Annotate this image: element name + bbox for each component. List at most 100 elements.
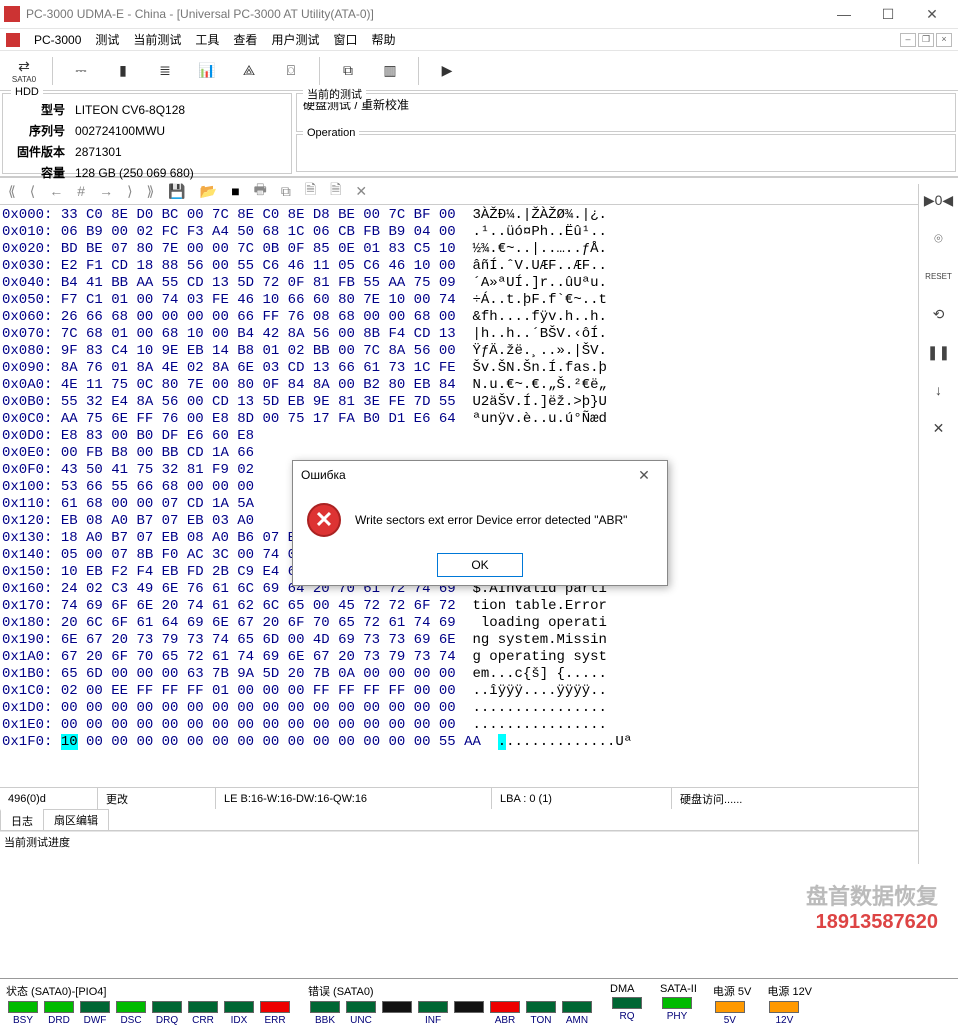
watermark: 盘首数据恢复 18913587620 xyxy=(806,879,938,934)
led-BSY: BSY xyxy=(6,1001,40,1026)
hdd-capacity: 128 GB (250 069 680) xyxy=(71,163,198,182)
error-group: 错误 (SATA0)BBKUNCINFABRTONAMN xyxy=(308,983,594,1026)
led-blank xyxy=(452,1001,486,1026)
toolbar-btn-5[interactable]: ⟁ xyxy=(231,54,267,88)
nav-next-icon[interactable]: ⟩ xyxy=(127,183,132,200)
sidebar-power-icon[interactable]: ▶0◀ xyxy=(926,188,952,212)
right-sidebar: ▶0◀ ⌾ RESET ⟲ ❚❚ ↓ ✕ xyxy=(918,184,958,864)
sidebar-down-icon[interactable]: ↓ xyxy=(926,378,952,402)
nav-first-icon[interactable]: ⟪ xyxy=(8,183,16,200)
current-test-panel: 当前的测试 硬盘测试 / 重新校准 xyxy=(296,93,956,132)
nav-left-icon[interactable]: ← xyxy=(49,183,63,199)
menu-current-test[interactable]: 当前测试 xyxy=(133,31,181,48)
toolbar-btn-7[interactable]: ⧉ xyxy=(330,54,366,88)
menu-tools[interactable]: 工具 xyxy=(195,31,219,48)
mdi-restore[interactable]: ❐ xyxy=(918,33,934,47)
menu-view[interactable]: 查看 xyxy=(233,31,257,48)
led-5V: 5V xyxy=(713,1001,747,1026)
toolbar-btn-1[interactable]: ⎓ xyxy=(63,54,99,88)
app-icon-small xyxy=(6,33,20,47)
led-RQ: RQ xyxy=(610,997,644,1022)
sidebar-chip-icon[interactable]: ⌾ xyxy=(926,226,952,250)
progress-label: 当前测试进度 xyxy=(0,831,958,851)
pwr5-group: 电源 5V5V xyxy=(713,983,752,1026)
sata-button[interactable]: ⇄SATA0 xyxy=(6,54,42,88)
led-UNC: UNC xyxy=(344,1001,378,1026)
nav-hash-icon[interactable]: # xyxy=(77,183,85,199)
led-IDX: IDX xyxy=(222,1001,256,1026)
mdi-close[interactable]: × xyxy=(936,33,952,47)
led-ABR: ABR xyxy=(488,1001,522,1026)
tab-sector[interactable]: 扇区编辑 xyxy=(43,809,109,830)
nav-prev-icon[interactable]: ⟨ xyxy=(30,183,35,200)
hdd-panel: HDD 型号LITEON CV6-8Q128 序列号002724100MWU 固… xyxy=(2,93,292,174)
menu-window[interactable]: 窗口 xyxy=(333,31,357,48)
toolbar-btn-4[interactable]: 📊 xyxy=(189,54,225,88)
led-CRR: CRR xyxy=(186,1001,220,1026)
current-test-text: 硬盘测试 / 重新校准 xyxy=(303,96,949,113)
bottom-tabs: 日志 扇区编辑 xyxy=(0,809,958,831)
dma-group: DMARQ xyxy=(610,983,644,1022)
close-button[interactable]: ✕ xyxy=(910,0,954,28)
hdd-fw: 2871301 xyxy=(71,142,198,161)
gear-icon[interactable]: ✕ xyxy=(355,183,367,200)
menu-help[interactable]: 帮助 xyxy=(371,31,395,48)
led-DRQ: DRQ xyxy=(150,1001,184,1026)
led-DWF: DWF xyxy=(78,1001,112,1026)
hdd-model: LITEON CV6-8Q128 xyxy=(71,100,198,119)
sidebar-tools-icon[interactable]: ✕ xyxy=(926,416,952,440)
status-group: 状态 (SATA0)-[PIO4]BSYDRDDWFDSCDRQCRRIDXER… xyxy=(6,983,292,1026)
led-INF: INF xyxy=(416,1001,450,1026)
toolbar-btn-3[interactable]: ≣ xyxy=(147,54,183,88)
maximize-button[interactable]: ☐ xyxy=(866,0,910,28)
nav-last-icon[interactable]: ⟫ xyxy=(147,183,155,200)
le-cell: LE B:16-W:16-DW:16-QW:16 xyxy=(216,788,492,809)
led-blank xyxy=(380,1001,414,1026)
operation-panel: Operation xyxy=(296,134,956,173)
app-icon xyxy=(4,6,20,22)
offset-cell: 496(0)d xyxy=(0,788,98,809)
menubar: PC-3000 测试 当前测试 工具 查看 用户测试 窗口 帮助 – ❐ × xyxy=(0,29,958,51)
error-dialog: Ошибка ✕ ✕ Write sectors ext error Devic… xyxy=(292,460,668,586)
print-icon[interactable]: 🖶 xyxy=(254,179,267,203)
menu-test[interactable]: 测试 xyxy=(95,31,119,48)
save-icon[interactable]: 💾 xyxy=(168,183,185,200)
menu-app[interactable]: PC-3000 xyxy=(34,33,81,47)
doc2-icon[interactable]: 🗎 xyxy=(330,179,341,203)
led-PHY: PHY xyxy=(660,997,694,1022)
sidebar-calibrate-icon[interactable]: ⟲ xyxy=(926,302,952,326)
dialog-message: Write sectors ext error Device error det… xyxy=(355,513,627,527)
bottom-status-bar: 状态 (SATA0)-[PIO4]BSYDRDDWFDSCDRQCRRIDXER… xyxy=(0,978,958,1034)
toolbar-btn-6[interactable]: ⌼ xyxy=(273,54,309,88)
ok-button[interactable]: OK xyxy=(437,553,523,577)
open-icon[interactable]: 📂 xyxy=(200,183,217,200)
led-AMN: AMN xyxy=(560,1001,594,1026)
stop-icon[interactable]: ■ xyxy=(231,183,239,199)
toolbar-btn-8[interactable]: ▥ xyxy=(372,54,408,88)
minimize-button[interactable]: — xyxy=(822,0,866,28)
sidebar-reset-icon[interactable]: RESET xyxy=(926,264,952,288)
sidebar-pause-icon[interactable]: ❚❚ xyxy=(926,340,952,364)
lba-cell: LBA : 0 (1) xyxy=(492,788,672,809)
main-toolbar: ⇄SATA0 ⎓ ▮ ≣ 📊 ⟁ ⌼ ⧉ ▥ ▶ xyxy=(0,51,958,91)
copy-icon[interactable]: ⧉ xyxy=(281,183,291,200)
toolbar-play[interactable]: ▶ xyxy=(429,54,465,88)
titlebar: PC-3000 UDMA-E - China - [Universal PC-3… xyxy=(0,0,958,29)
hdd-group-label: HDD xyxy=(11,86,43,98)
tab-log[interactable]: 日志 xyxy=(0,809,44,830)
error-icon: ✕ xyxy=(307,503,341,537)
nav-right-icon[interactable]: → xyxy=(99,183,113,199)
dialog-close-icon[interactable]: ✕ xyxy=(629,467,659,484)
mdi-min[interactable]: – xyxy=(900,33,916,47)
led-DRD: DRD xyxy=(42,1001,76,1026)
access-cell: 硬盘访问...... xyxy=(672,788,958,809)
changed-cell: 更改 xyxy=(98,788,216,809)
doc-icon[interactable]: 🗎 xyxy=(305,179,316,203)
toolbar-btn-2[interactable]: ▮ xyxy=(105,54,141,88)
menu-user-test[interactable]: 用户测试 xyxy=(271,31,319,48)
window-title: PC-3000 UDMA-E - China - [Universal PC-3… xyxy=(26,7,822,21)
hex-status-row: 496(0)d 更改 LE B:16-W:16-DW:16-QW:16 LBA … xyxy=(0,787,958,809)
led-BBK: BBK xyxy=(308,1001,342,1026)
dialog-title: Ошибка xyxy=(301,468,346,482)
led-TON: TON xyxy=(524,1001,558,1026)
